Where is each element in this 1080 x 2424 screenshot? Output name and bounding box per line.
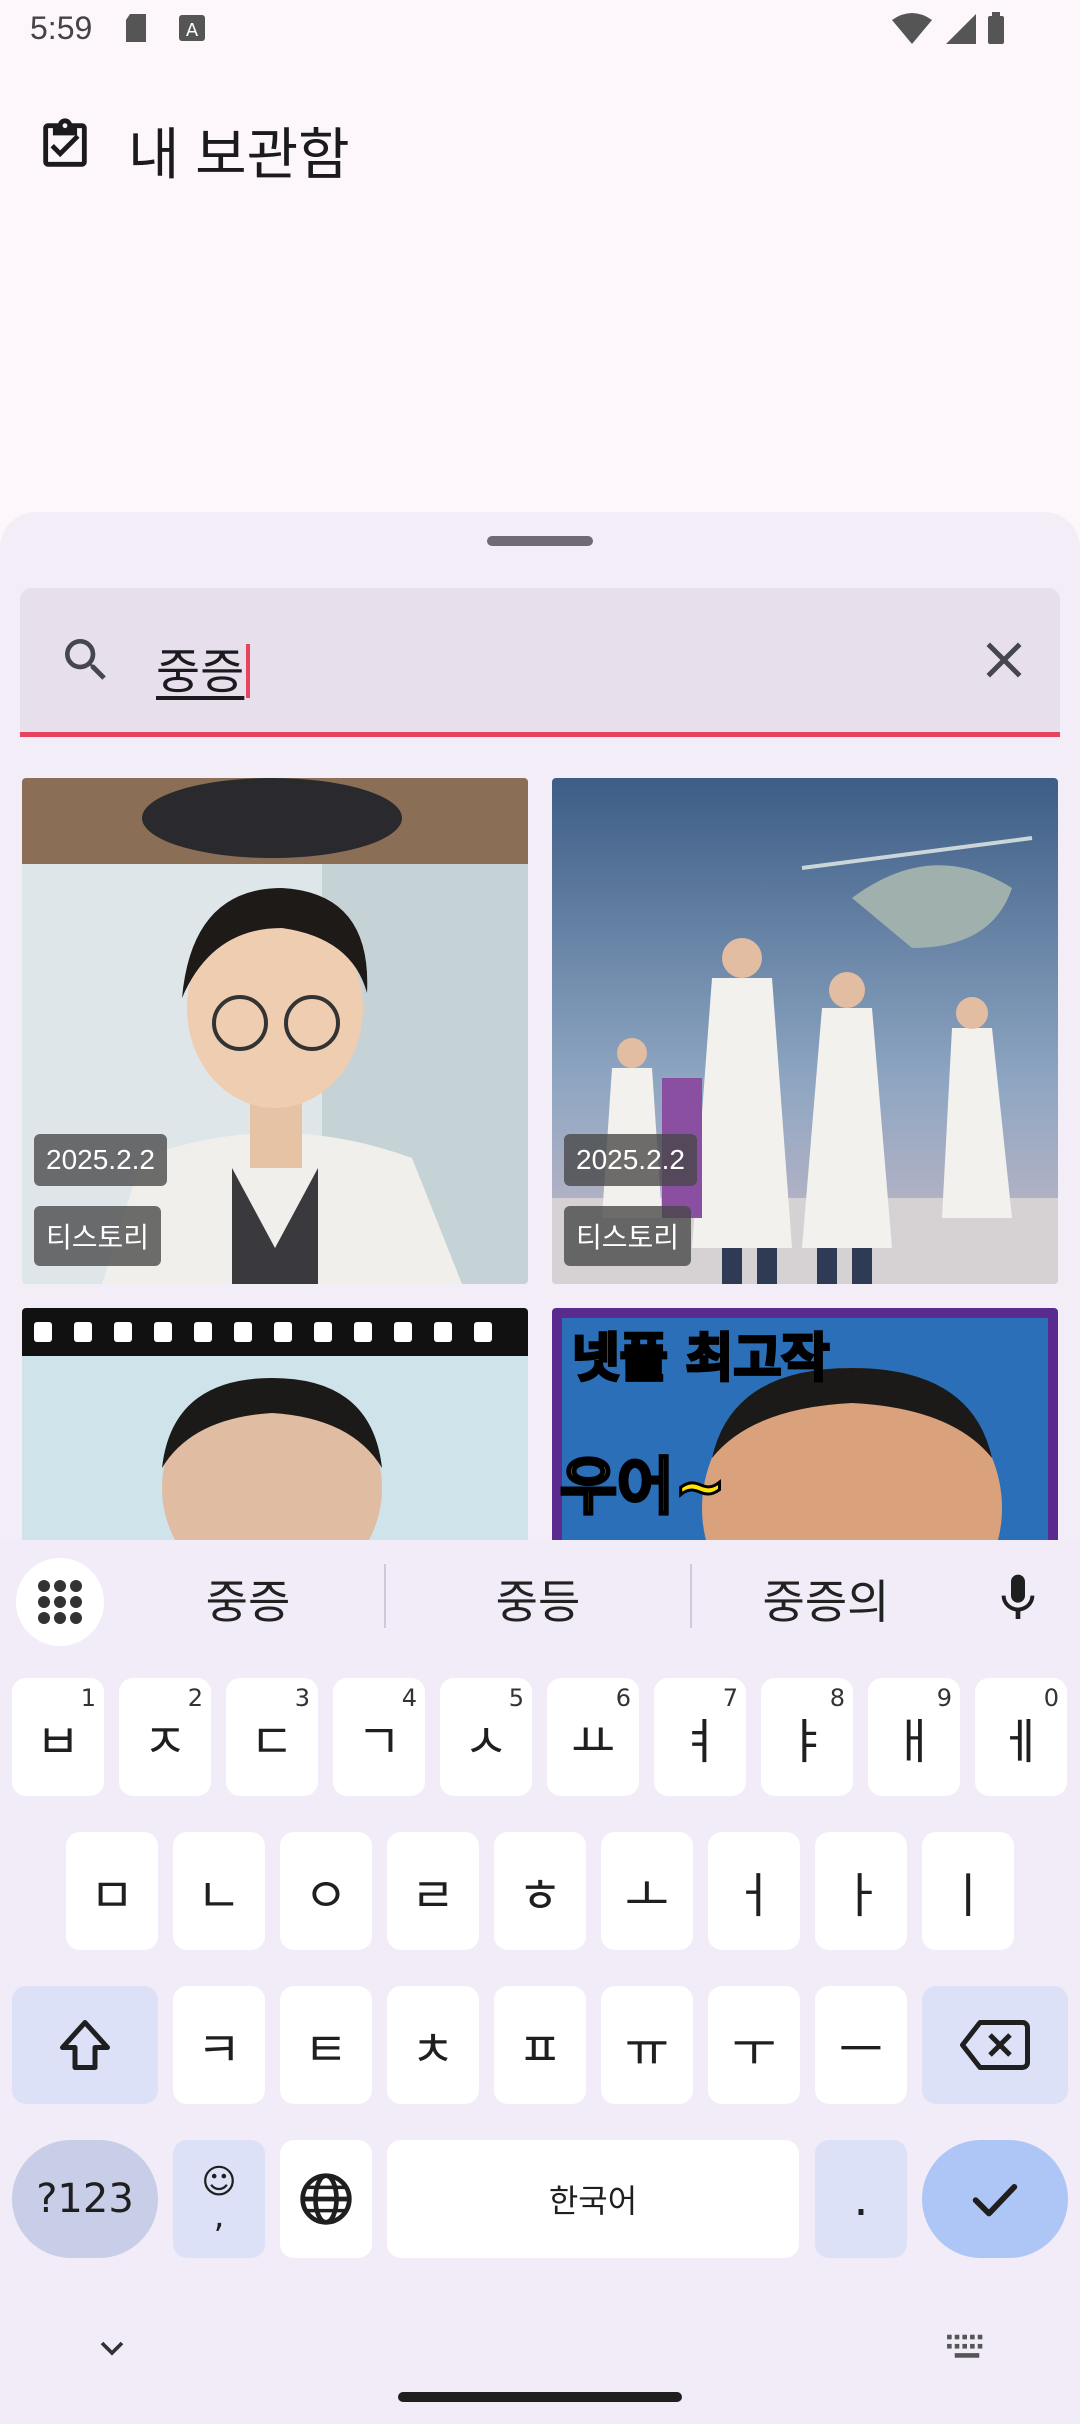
keyboard-switch-icon[interactable] <box>944 2330 990 2364</box>
wifi-icon <box>892 13 932 44</box>
key[interactable]: ㅎ <box>494 1832 586 1950</box>
sd-card-icon <box>126 14 146 42</box>
date-badge: 2025.2.2 <box>34 1134 167 1186</box>
key[interactable]: ㅏ <box>815 1832 907 1950</box>
check-icon <box>972 2184 1018 2217</box>
search-input[interactable]: 중증 <box>156 632 251 702</box>
navigation-bar <box>0 2304 1080 2424</box>
space-key[interactable]: 한국어 <box>387 2140 799 2258</box>
suggestion-3[interactable]: 중증의 <box>696 1566 956 1632</box>
key[interactable]: ㅋ <box>173 1986 265 2104</box>
key[interactable]: ㅐ9 <box>868 1678 960 1796</box>
search-icon <box>65 639 106 680</box>
key[interactable]: ㄴ <box>173 1832 265 1950</box>
signal-icon <box>946 14 976 44</box>
suggestion-bar: 중증 중등 중증의 <box>0 1540 1080 1652</box>
battery-icon <box>988 12 1004 44</box>
result-thumbnail <box>22 1308 528 1552</box>
shift-key[interactable] <box>12 1986 158 2104</box>
svg-text:A: A <box>186 20 199 41</box>
key[interactable]: ㅊ <box>387 1986 479 2104</box>
key[interactable]: ㅌ <box>280 1986 372 2104</box>
status-bar: 5:59 A <box>0 0 1080 64</box>
status-time: 5:59 <box>30 10 93 46</box>
period-key[interactable]: . <box>815 2140 907 2258</box>
page-title: 내 보관함 <box>128 123 350 186</box>
key[interactable]: ㄱ4 <box>333 1678 425 1796</box>
keyboard-status-icon: A <box>179 15 205 41</box>
soft-keyboard: 중증 중등 중증의 ㅂ1 ㅈ2 ㄷ3 ㄱ4 ㅅ5 ㅛ6 ㅕ7 ㅑ8 ㅐ9 ㅔ0 … <box>0 1540 1080 2424</box>
emoji-key[interactable]: ☺ , <box>173 2140 265 2258</box>
divider <box>690 1564 692 1628</box>
language-key[interactable] <box>280 2140 372 2258</box>
result-card[interactable]: 2025.2.2 티스토리 <box>22 778 528 1284</box>
source-badge: 티스토리 <box>34 1206 162 1266</box>
backspace-key[interactable] <box>922 1986 1068 2104</box>
done-key[interactable] <box>922 2140 1068 2258</box>
clipboard-check-icon <box>43 118 87 167</box>
text-cursor <box>246 644 251 698</box>
key[interactable]: ㅍ <box>494 1986 586 2104</box>
search-field[interactable]: 중증 <box>20 588 1060 737</box>
keyboard-menu-button[interactable] <box>16 1558 104 1646</box>
app-bar: 내 보관함 <box>0 70 1080 230</box>
date-badge: 2025.2.2 <box>564 1134 697 1186</box>
key[interactable]: ㅠ <box>601 1986 693 2104</box>
key[interactable]: ㅓ <box>708 1832 800 1950</box>
key[interactable]: ㅜ <box>708 1986 800 2104</box>
key[interactable]: ㅣ <box>922 1832 1014 1950</box>
suggestion-1[interactable]: 중증 <box>118 1566 378 1632</box>
divider <box>384 1564 386 1628</box>
result-card[interactable]: 2025.2.2 티스토리 <box>552 778 1058 1284</box>
key[interactable]: ㅛ6 <box>547 1678 639 1796</box>
key[interactable]: ㅑ8 <box>761 1678 853 1796</box>
result-card[interactable] <box>22 1308 528 1552</box>
key[interactable]: ㅁ <box>66 1832 158 1950</box>
home-indicator[interactable] <box>398 2392 682 2402</box>
source-badge: 티스토리 <box>564 1206 692 1266</box>
key[interactable]: ㅔ0 <box>975 1678 1067 1796</box>
globe-icon <box>300 2173 352 2225</box>
key[interactable]: ㄷ3 <box>226 1678 318 1796</box>
result-thumbnail: 넷플 최고작 우어~ <box>552 1308 1058 1552</box>
drag-handle[interactable] <box>487 536 593 546</box>
suggestion-2[interactable]: 중등 <box>408 1566 668 1632</box>
key[interactable]: ㅇ <box>280 1832 372 1950</box>
key[interactable]: ㅅ5 <box>440 1678 532 1796</box>
microphone-icon[interactable] <box>990 1568 1046 1628</box>
result-card[interactable]: 넷플 최고작 우어~ <box>552 1308 1058 1552</box>
thumbnail-caption-2: 우어~ <box>560 1450 726 1523</box>
hide-keyboard-icon[interactable] <box>92 2328 132 2368</box>
key[interactable]: ㅈ2 <box>119 1678 211 1796</box>
close-icon[interactable] <box>974 630 1034 690</box>
shift-icon <box>60 2020 110 2070</box>
key[interactable]: ㅕ7 <box>654 1678 746 1796</box>
thumbnail-caption: 넷플 최고작 <box>572 1329 829 1389</box>
symbols-key[interactable]: ?123 <box>12 2140 158 2258</box>
key[interactable]: ㅗ <box>601 1832 693 1950</box>
key[interactable]: ㅡ <box>815 1986 907 2104</box>
key[interactable]: ㅂ1 <box>12 1678 104 1796</box>
backspace-icon <box>960 2020 1030 2070</box>
grid-icon <box>38 1580 82 1624</box>
key[interactable]: ㄹ <box>387 1832 479 1950</box>
